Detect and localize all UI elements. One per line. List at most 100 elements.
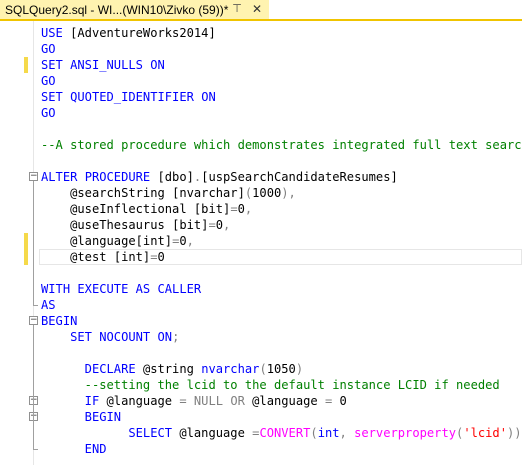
fold-guide xyxy=(33,181,34,305)
code-line[interactable]: END xyxy=(0,441,522,457)
code-line[interactable]: − BEGIN xyxy=(0,409,522,425)
change-indicator xyxy=(24,57,28,73)
code-line[interactable] xyxy=(0,153,522,169)
code-line[interactable]: − IF @language = NULL OR @language = 0 xyxy=(0,393,522,409)
code-line[interactable]: DECLARE @string nvarchar(1050) xyxy=(0,361,522,377)
code-token: PROCEDURE xyxy=(84,170,158,184)
code-token: @language xyxy=(106,394,180,408)
code-line[interactable]: GO xyxy=(0,73,522,89)
code-line[interactable]: @test [int]=0 xyxy=(0,249,522,265)
code-token: 0 xyxy=(157,250,165,264)
code-token: = xyxy=(230,202,238,216)
code-text: BEGIN xyxy=(41,409,121,425)
fold-end-marker xyxy=(33,449,38,450)
code-line[interactable]: @searchString [nvarchar](1000), xyxy=(0,185,522,201)
code-token: @searchString xyxy=(41,186,173,200)
code-line[interactable]: @language[int]=0, xyxy=(0,233,522,249)
code-text: END xyxy=(41,441,107,457)
change-indicator xyxy=(24,233,28,249)
code-text: WITH EXECUTE AS CALLER xyxy=(41,281,201,297)
code-line[interactable] xyxy=(0,265,522,281)
code-token: @language xyxy=(179,426,253,440)
code-token: 'lcid' xyxy=(463,426,507,440)
code-token: [int] xyxy=(135,234,173,248)
code-token: [uspSearchCandidateResumes] xyxy=(201,170,398,184)
code-token: @string xyxy=(142,362,202,376)
code-line[interactable]: SET ANSI_NULLS ON xyxy=(0,57,522,73)
code-token: ALTER xyxy=(41,170,85,184)
code-token: [int] xyxy=(113,250,151,264)
code-token: BEGIN xyxy=(41,410,122,424)
tab-sqlquery2[interactable]: SQLQuery2.sql - WI...(WIN10\Zivko (59))*… xyxy=(0,0,269,21)
code-token: OR xyxy=(230,394,253,408)
code-line[interactable]: GO xyxy=(0,105,522,121)
code-line[interactable]: --A stored procedure which demonstrates … xyxy=(0,137,522,153)
code-editor[interactable]: USE [AdventureWorks2014] GO SET ANSI_NULLS… xyxy=(0,21,522,465)
code-token: 0 xyxy=(179,234,187,248)
close-icon[interactable]: ✕ xyxy=(250,2,264,16)
code-text: GO xyxy=(41,105,56,121)
code-token: @language xyxy=(252,394,325,408)
code-token: ON xyxy=(157,330,173,344)
code-token: USE xyxy=(41,26,71,40)
code-token: , xyxy=(223,218,231,232)
tab-title[interactable]: SQLQuery2.sql - WI...(WIN10\Zivko (59))* xyxy=(5,3,228,17)
code-token: = xyxy=(150,250,158,264)
code-line[interactable]: GO xyxy=(0,41,522,57)
code-line[interactable] xyxy=(0,345,522,361)
code-line[interactable]: SELECT @language =CONVERT(int, serverpro… xyxy=(0,425,522,441)
code-token: ( xyxy=(259,362,267,376)
code-text: BEGIN xyxy=(41,313,77,329)
code-line[interactable]: SET QUOTED_IDENTIFIER ON xyxy=(0,89,522,105)
code-token: [bit] xyxy=(172,218,209,232)
code-text: SET NOCOUNT ON; xyxy=(41,329,179,345)
code-token: nvarchar xyxy=(201,362,260,376)
code-line[interactable]: @useThesaurus [bit]=0, xyxy=(0,217,522,233)
code-token: = xyxy=(324,394,340,408)
code-text: DECLARE @string nvarchar(1050) xyxy=(41,361,303,377)
code-token: AS xyxy=(135,282,158,296)
code-line[interactable]: --setting the lcid to the default instan… xyxy=(0,377,522,393)
code-line[interactable]: USE [AdventureWorks2014] xyxy=(0,25,522,41)
change-indicator xyxy=(24,249,28,265)
code-token: ON xyxy=(150,58,165,72)
code-token: WITH xyxy=(41,282,78,296)
code-token: END xyxy=(41,442,107,456)
code-text: @useInflectional [bit]=0, xyxy=(41,201,252,217)
code-text: @useThesaurus [bit]=0, xyxy=(41,217,230,233)
code-line[interactable]: @useInflectional [bit]=0, xyxy=(0,201,522,217)
code-token: @useInflectional xyxy=(41,202,194,216)
code-token: ), xyxy=(281,186,296,200)
code-token: )) xyxy=(507,426,522,440)
code-text: GO xyxy=(41,73,56,89)
code-line[interactable]: SET NOCOUNT ON; xyxy=(0,329,522,345)
code-text: GO xyxy=(41,41,56,57)
code-token: CALLER xyxy=(157,282,202,296)
code-token: [dbo] xyxy=(157,170,194,184)
code-token: 0 xyxy=(237,202,245,216)
code-token: , xyxy=(244,202,253,216)
collapse-icon[interactable]: − xyxy=(29,316,38,325)
code-line[interactable]: AS xyxy=(0,297,522,313)
code-line[interactable]: WITH EXECUTE AS CALLER xyxy=(0,281,522,297)
code-text: @language[int]=0, xyxy=(41,233,194,249)
code-line[interactable]: − ALTER PROCEDURE [dbo].[uspSearchCandida… xyxy=(0,169,522,185)
collapse-icon[interactable]: − xyxy=(29,172,38,181)
code-token: SELECT xyxy=(41,426,180,440)
code-token: DECLARE xyxy=(41,362,143,376)
code-line[interactable]: − BEGIN xyxy=(0,313,522,329)
code-token: NULL xyxy=(193,394,231,408)
code-token: --setting the lcid to the default instan… xyxy=(41,378,500,392)
code-token: IF xyxy=(41,394,107,408)
code-token: [AdventureWorks2014] xyxy=(70,26,216,40)
code-token: CONVERT xyxy=(259,426,311,440)
code-text: @test [int]=0 xyxy=(41,249,165,265)
code-token: @test xyxy=(41,250,114,264)
pin-icon[interactable]: ⊤ xyxy=(230,2,244,16)
fold-guide xyxy=(33,421,34,449)
code-text: --A stored procedure which demonstrates … xyxy=(41,137,522,153)
code-line[interactable] xyxy=(0,121,522,137)
code-token: GO xyxy=(41,106,56,120)
document-tab-strip: SQLQuery2.sql - WI...(WIN10\Zivko (59))*… xyxy=(0,0,522,21)
code-token: @language xyxy=(41,234,136,248)
